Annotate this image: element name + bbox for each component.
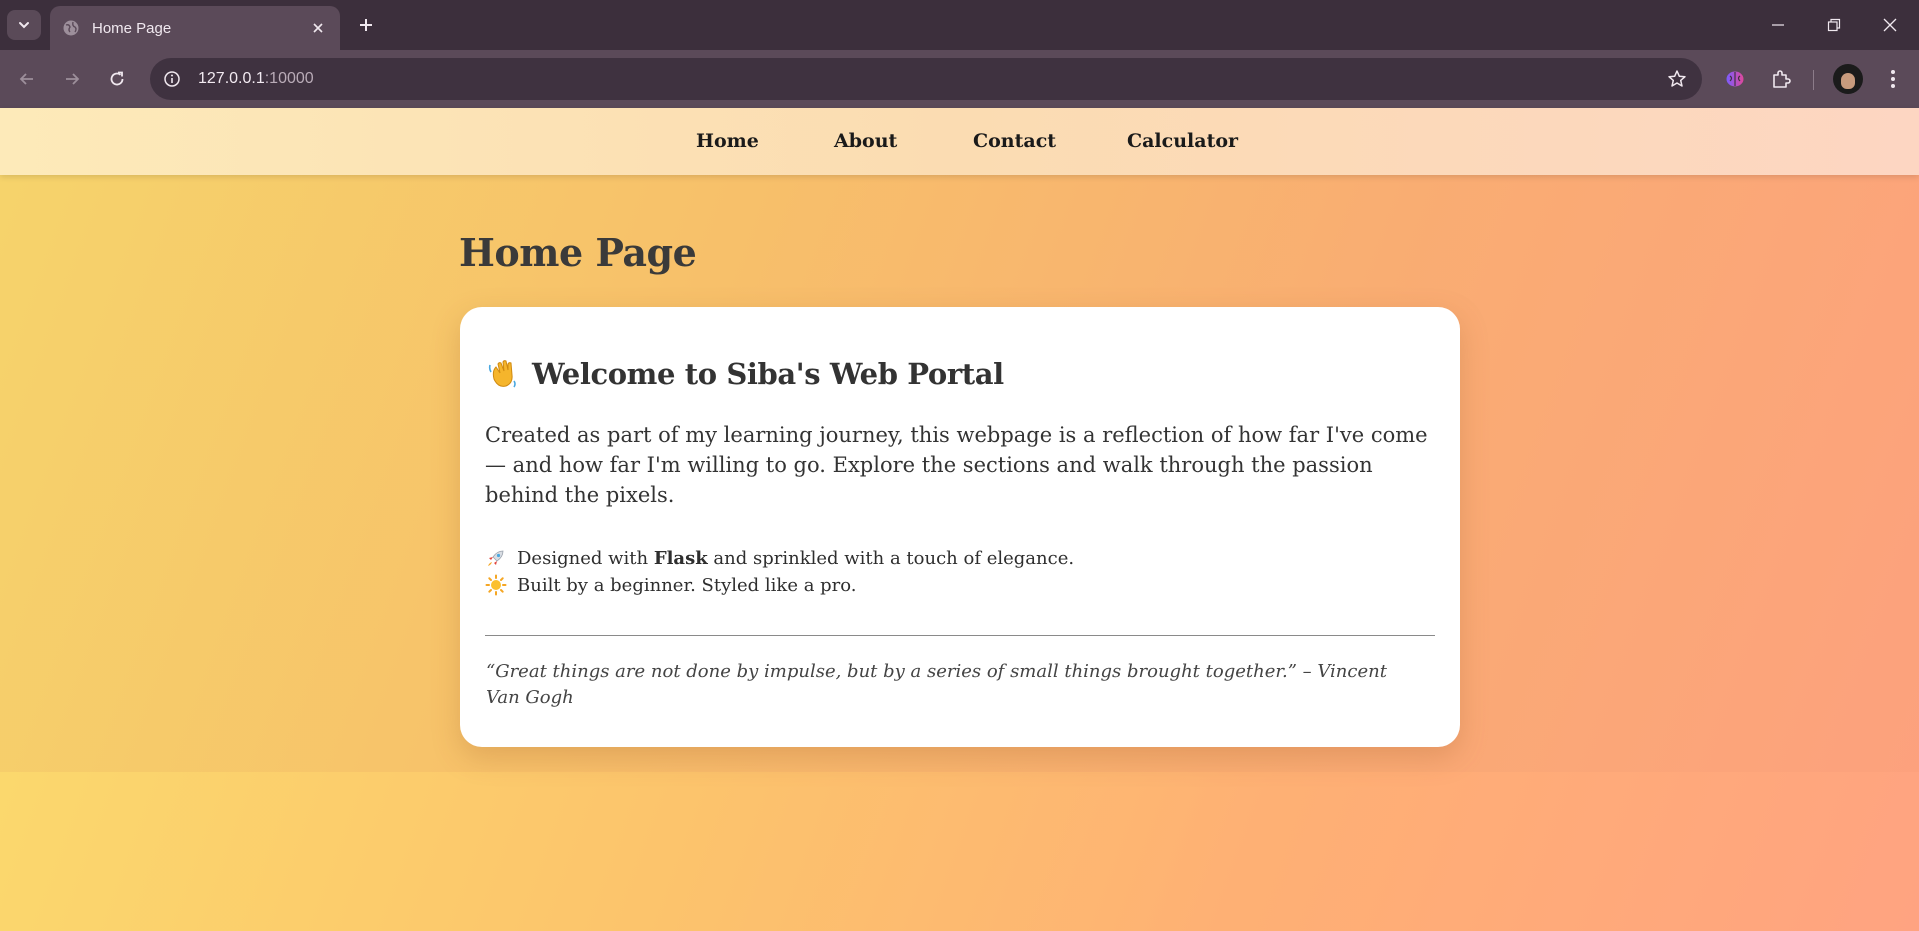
minimize-button[interactable] (1750, 5, 1806, 45)
browser-menu-button[interactable] (1877, 63, 1909, 95)
card-title-text: Welcome to Siba's Web Portal (532, 357, 1004, 391)
star-icon (1668, 70, 1686, 87)
nav-link-calculator[interactable]: Calculator (1127, 130, 1238, 152)
globe-icon (63, 20, 79, 36)
close-icon (313, 23, 323, 33)
feature-beginner-text: Built by a beginner. Styled like a pro. (517, 574, 857, 596)
nav-link-home[interactable]: Home (696, 130, 759, 152)
new-tab-button[interactable] (350, 10, 382, 40)
nav-link-contact[interactable]: Contact (973, 130, 1056, 152)
puzzle-icon (1773, 70, 1791, 88)
intro-paragraph: Created as part of my learning journey, … (485, 423, 1428, 507)
url-port: :10000 (264, 70, 314, 87)
page-footer-area (0, 772, 1919, 931)
feature-line-beginner: Built by a beginner. Styled like a pro. (485, 574, 857, 596)
info-icon (164, 71, 180, 87)
page-viewport: Home About Contact Calculator Home Page … (0, 108, 1919, 931)
nav-link-about[interactable]: About (834, 130, 897, 152)
chevron-down-icon (19, 22, 29, 29)
extensions-menu-button[interactable] (1765, 63, 1797, 95)
sun-icon (485, 574, 507, 596)
active-tab[interactable]: Home Page (50, 6, 340, 50)
reload-button[interactable] (101, 63, 133, 95)
forward-button[interactable] (56, 63, 88, 95)
arrow-left-icon (19, 73, 33, 85)
feature-flask-after: and sprinkled with a touch of elegance. (707, 547, 1075, 569)
bookmark-button[interactable] (1664, 66, 1690, 92)
close-tab-button[interactable] (304, 14, 332, 42)
brain-extension-icon (1726, 71, 1744, 87)
browser-tab-bar: Home Page (0, 0, 1919, 50)
site-navbar: Home About Contact Calculator (0, 108, 1919, 175)
feature-flask-bold: Flask (653, 547, 708, 569)
reload-icon (110, 71, 124, 86)
browser-toolbar: 127.0.0.1:10000 (0, 50, 1919, 108)
url-host: 127.0.0.1 (198, 70, 265, 87)
card-title: Welcome to Siba's Web Portal (486, 357, 1004, 391)
tab-search-button[interactable] (7, 10, 41, 40)
site-info-button[interactable] (158, 65, 186, 93)
profile-avatar[interactable] (1833, 64, 1863, 94)
quote-text: “Great things are not done by impulse, b… (486, 661, 1387, 708)
restore-icon (1827, 18, 1841, 32)
extension-button[interactable] (1719, 63, 1751, 95)
plus-icon (360, 19, 372, 31)
back-button[interactable] (11, 63, 43, 95)
arrow-right-icon (66, 73, 80, 85)
more-vertical-icon (1891, 70, 1895, 88)
toolbar-separator (1813, 70, 1814, 90)
page-title: Home Page (459, 230, 697, 275)
waving-hand-icon (488, 360, 516, 388)
divider (485, 635, 1435, 636)
feature-line-flask: Designed with Flask and sprinkled with a… (485, 547, 1074, 569)
minimize-icon (1772, 24, 1784, 26)
welcome-card: Welcome to Siba's Web Portal Created as … (460, 307, 1460, 747)
close-window-button[interactable] (1862, 5, 1918, 45)
address-bar[interactable]: 127.0.0.1:10000 (150, 58, 1702, 100)
feature-flask-before: Designed with (517, 547, 654, 569)
close-icon (1883, 18, 1897, 32)
rocket-icon (485, 547, 507, 569)
url-text: 127.0.0.1:10000 (198, 70, 314, 88)
avatar-face (1841, 73, 1855, 89)
restore-button[interactable] (1806, 5, 1862, 45)
tab-title: Home Page (92, 19, 172, 37)
